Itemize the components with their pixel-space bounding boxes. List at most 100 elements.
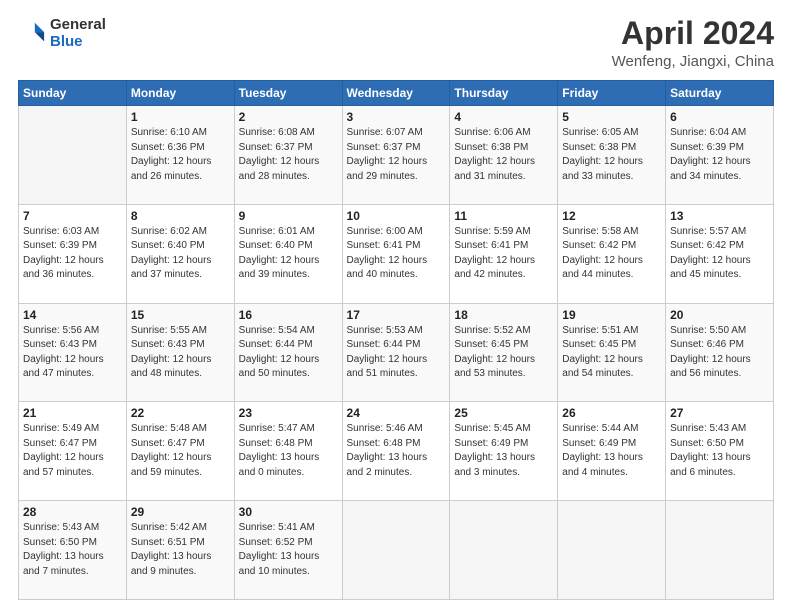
day-info: Sunrise: 6:07 AMSunset: 6:37 PMDaylight:… [347, 126, 446, 184]
day-number: 18 [454, 308, 553, 322]
logo-icon [18, 19, 46, 47]
calendar-cell: 8 Sunrise: 6:02 AMSunset: 6:40 PMDaylight… [126, 204, 234, 303]
calendar-cell: 20Sunrise: 5:50 AMSunset: 6:46 PMDayligh… [666, 303, 774, 402]
col-monday: Monday [126, 81, 234, 106]
calendar-cell: 24 Sunrise: 5:46 AMSunset: 6:48 PMDayligh… [342, 402, 450, 501]
day-info: Sunrise: 5:51 AMSunset: 6:45 PMDaylight:… [562, 324, 661, 382]
day-number: 2 [239, 110, 338, 124]
calendar-cell: 7 Sunrise: 6:03 AMSunset: 6:39 PMDaylight… [19, 204, 127, 303]
calendar-cell: 5Sunrise: 6:05 AMSunset: 6:38 PMDaylight… [558, 106, 666, 205]
calendar-week-1: 1 Sunrise: 6:10 AMSunset: 6:36 PMDaylight… [19, 106, 774, 205]
day-number: 29 [131, 505, 230, 519]
title-block: April 2024 Wenfeng, Jiangxi, China [612, 16, 774, 70]
calendar-table: Sunday Monday Tuesday Wednesday Thursday… [18, 80, 774, 600]
calendar-header: Sunday Monday Tuesday Wednesday Thursday… [19, 81, 774, 106]
calendar-week-4: 21 Sunrise: 5:49 AMSunset: 6:47 PMDayligh… [19, 402, 774, 501]
day-number: 28 [23, 505, 122, 519]
calendar-cell: 11 Sunrise: 5:59 AMSunset: 6:41 PMDayligh… [450, 204, 558, 303]
calendar-cell: 9 Sunrise: 6:01 AMSunset: 6:40 PMDaylight… [234, 204, 342, 303]
day-number: 21 [23, 406, 122, 420]
calendar-cell: 29Sunrise: 5:42 AMSunset: 6:51 PMDayligh… [126, 501, 234, 600]
calendar-cell: 17 Sunrise: 5:53 AMSunset: 6:44 PMDayligh… [342, 303, 450, 402]
calendar-cell: 18Sunrise: 5:52 AMSunset: 6:45 PMDayligh… [450, 303, 558, 402]
day-number: 8 [131, 209, 230, 223]
main-title: April 2024 [612, 16, 774, 51]
day-info: Sunrise: 6:10 AMSunset: 6:36 PMDaylight:… [131, 126, 230, 184]
calendar-cell: 2 Sunrise: 6:08 AMSunset: 6:37 PMDaylight… [234, 106, 342, 205]
calendar-cell: 3Sunrise: 6:07 AMSunset: 6:37 PMDaylight… [342, 106, 450, 205]
day-info: Sunrise: 5:56 AMSunset: 6:43 PMDaylight:… [23, 324, 122, 382]
calendar-cell: 28 Sunrise: 5:43 AMSunset: 6:50 PMDayligh… [19, 501, 127, 600]
day-info: Sunrise: 6:01 AMSunset: 6:40 PMDaylight:… [239, 225, 338, 283]
calendar-cell [558, 501, 666, 600]
logo-line2: Blue [50, 33, 106, 50]
day-info: Sunrise: 5:43 AMSunset: 6:50 PMDaylight:… [23, 521, 122, 579]
header: General Blue April 2024 Wenfeng, Jiangxi… [18, 16, 774, 70]
day-info: Sunrise: 6:08 AMSunset: 6:37 PMDaylight:… [239, 126, 338, 184]
day-info: Sunrise: 5:59 AMSunset: 6:41 PMDaylight:… [454, 225, 553, 283]
calendar-week-3: 14 Sunrise: 5:56 AMSunset: 6:43 PMDayligh… [19, 303, 774, 402]
day-number: 9 [239, 209, 338, 223]
calendar-cell: 22Sunrise: 5:48 AMSunset: 6:47 PMDayligh… [126, 402, 234, 501]
calendar-cell: 6 Sunrise: 6:04 AMSunset: 6:39 PMDaylight… [666, 106, 774, 205]
day-info: Sunrise: 6:04 AMSunset: 6:39 PMDaylight:… [670, 126, 769, 184]
day-number: 24 [347, 406, 446, 420]
calendar-cell: 15 Sunrise: 5:55 AMSunset: 6:43 PMDayligh… [126, 303, 234, 402]
day-info: Sunrise: 5:50 AMSunset: 6:46 PMDaylight:… [670, 324, 769, 382]
day-number: 10 [347, 209, 446, 223]
calendar-cell: 12Sunrise: 5:58 AMSunset: 6:42 PMDayligh… [558, 204, 666, 303]
logo-line1: General [50, 16, 106, 33]
calendar-cell [342, 501, 450, 600]
calendar-cell: 21 Sunrise: 5:49 AMSunset: 6:47 PMDayligh… [19, 402, 127, 501]
calendar-cell: 19 Sunrise: 5:51 AMSunset: 6:45 PMDayligh… [558, 303, 666, 402]
day-number: 1 [131, 110, 230, 124]
col-thursday: Thursday [450, 81, 558, 106]
day-info: Sunrise: 5:54 AMSunset: 6:44 PMDaylight:… [239, 324, 338, 382]
day-number: 17 [347, 308, 446, 322]
calendar-cell [450, 501, 558, 600]
day-number: 13 [670, 209, 769, 223]
day-info: Sunrise: 6:03 AMSunset: 6:39 PMDaylight:… [23, 225, 122, 283]
day-number: 14 [23, 308, 122, 322]
day-number: 30 [239, 505, 338, 519]
day-info: Sunrise: 5:57 AMSunset: 6:42 PMDaylight:… [670, 225, 769, 283]
day-number: 6 [670, 110, 769, 124]
calendar-cell [19, 106, 127, 205]
calendar-cell: 1 Sunrise: 6:10 AMSunset: 6:36 PMDaylight… [126, 106, 234, 205]
logo-text: General Blue [50, 16, 106, 50]
calendar-cell: 10 Sunrise: 6:00 AMSunset: 6:41 PMDayligh… [342, 204, 450, 303]
day-number: 25 [454, 406, 553, 420]
calendar-cell: 4 Sunrise: 6:06 AMSunset: 6:38 PMDaylight… [450, 106, 558, 205]
calendar-cell: 30Sunrise: 5:41 AMSunset: 6:52 PMDayligh… [234, 501, 342, 600]
day-number: 23 [239, 406, 338, 420]
day-info: Sunrise: 5:45 AMSunset: 6:49 PMDaylight:… [454, 422, 553, 480]
col-tuesday: Tuesday [234, 81, 342, 106]
day-number: 11 [454, 209, 553, 223]
calendar-week-2: 7 Sunrise: 6:03 AMSunset: 6:39 PMDaylight… [19, 204, 774, 303]
calendar-cell: 23Sunrise: 5:47 AMSunset: 6:48 PMDayligh… [234, 402, 342, 501]
day-info: Sunrise: 5:53 AMSunset: 6:44 PMDaylight:… [347, 324, 446, 382]
subtitle: Wenfeng, Jiangxi, China [612, 53, 774, 70]
day-info: Sunrise: 5:49 AMSunset: 6:47 PMDaylight:… [23, 422, 122, 480]
calendar-cell: 13 Sunrise: 5:57 AMSunset: 6:42 PMDayligh… [666, 204, 774, 303]
day-info: Sunrise: 5:48 AMSunset: 6:47 PMDaylight:… [131, 422, 230, 480]
calendar-cell [666, 501, 774, 600]
col-wednesday: Wednesday [342, 81, 450, 106]
page: General Blue April 2024 Wenfeng, Jiangxi… [0, 0, 792, 612]
day-info: Sunrise: 5:58 AMSunset: 6:42 PMDaylight:… [562, 225, 661, 283]
calendar-cell: 25 Sunrise: 5:45 AMSunset: 6:49 PMDayligh… [450, 402, 558, 501]
day-info: Sunrise: 6:06 AMSunset: 6:38 PMDaylight:… [454, 126, 553, 184]
day-number: 19 [562, 308, 661, 322]
col-saturday: Saturday [666, 81, 774, 106]
header-row: Sunday Monday Tuesday Wednesday Thursday… [19, 81, 774, 106]
day-info: Sunrise: 6:00 AMSunset: 6:41 PMDaylight:… [347, 225, 446, 283]
day-info: Sunrise: 5:46 AMSunset: 6:48 PMDaylight:… [347, 422, 446, 480]
day-number: 4 [454, 110, 553, 124]
day-number: 15 [131, 308, 230, 322]
day-info: Sunrise: 5:55 AMSunset: 6:43 PMDaylight:… [131, 324, 230, 382]
day-number: 27 [670, 406, 769, 420]
day-number: 16 [239, 308, 338, 322]
day-info: Sunrise: 6:02 AMSunset: 6:40 PMDaylight:… [131, 225, 230, 283]
day-number: 7 [23, 209, 122, 223]
calendar-week-5: 28 Sunrise: 5:43 AMSunset: 6:50 PMDayligh… [19, 501, 774, 600]
